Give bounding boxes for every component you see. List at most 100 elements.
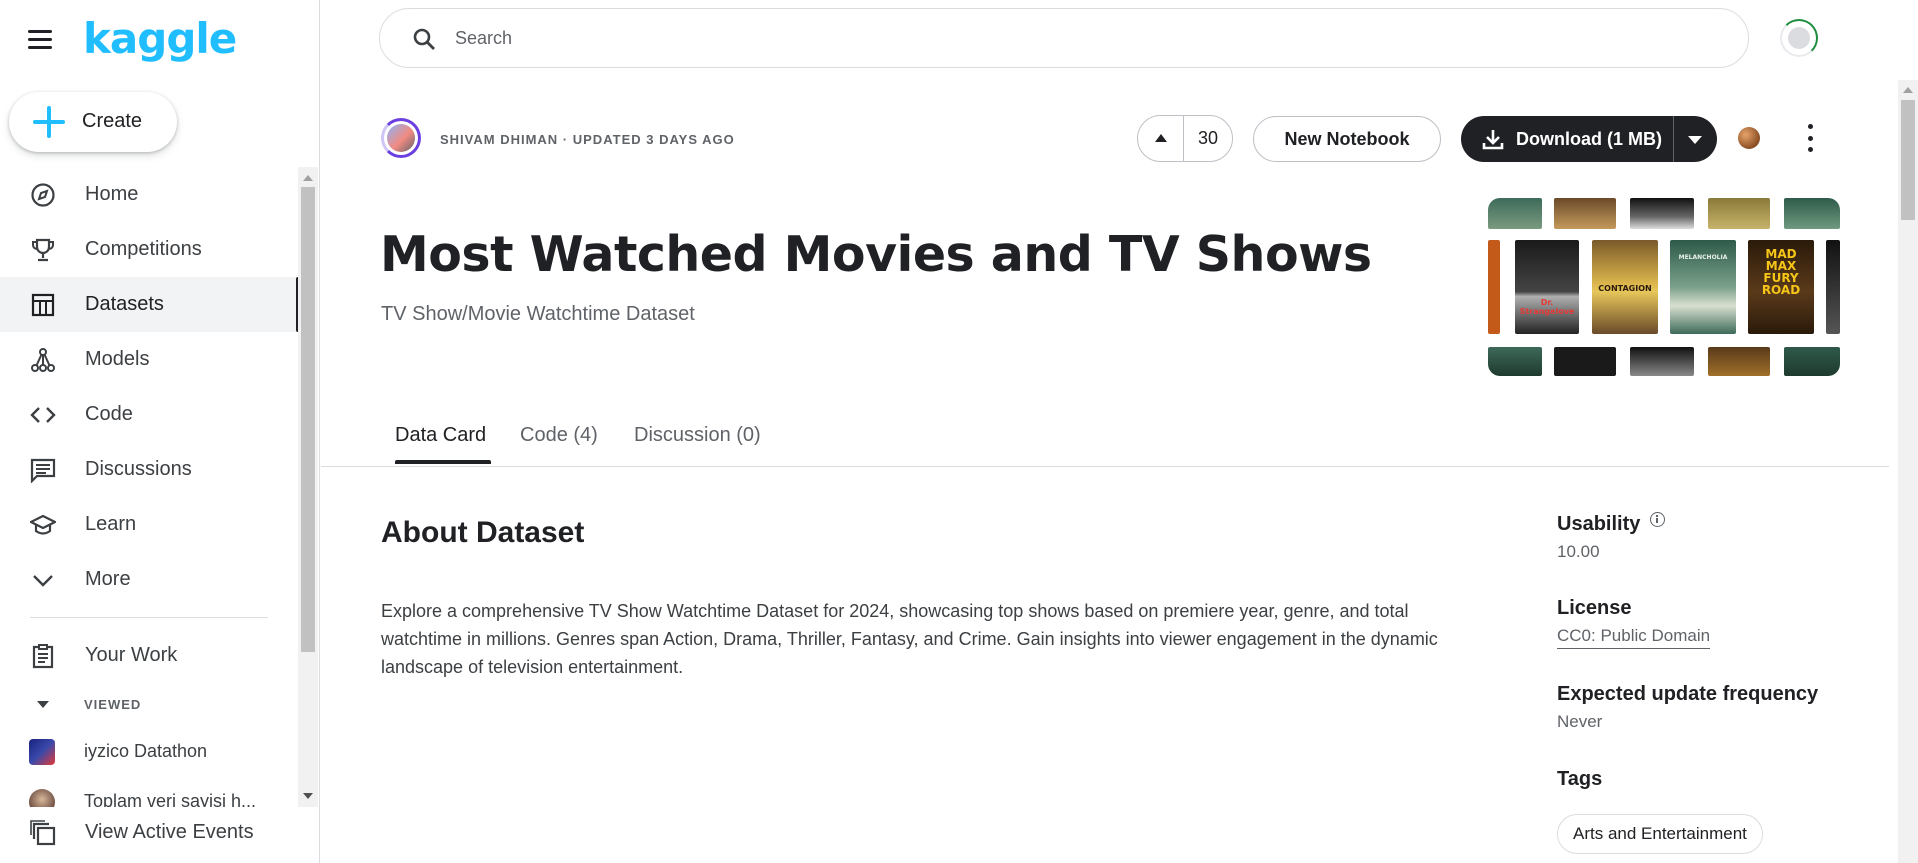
poster-contagion: CONTAGION	[1592, 240, 1658, 334]
bookmark-ball-icon[interactable]	[1738, 127, 1760, 149]
sidebar-item-more[interactable]: More	[0, 552, 300, 607]
viewed-label: VIEWED	[84, 697, 142, 712]
clipboard-icon	[30, 643, 56, 669]
sidebar: kaggle Create Home Competitions Datasets	[0, 0, 320, 863]
usability-label-text: Usability	[1557, 513, 1641, 535]
download-button[interactable]: Download (1 MB)	[1461, 116, 1717, 162]
caret-down-icon	[37, 701, 49, 708]
sidebar-item-label: Learn	[85, 513, 137, 535]
viewed-item-label: Toplam veri sayisi h...	[84, 791, 257, 807]
nav-divider	[30, 617, 268, 618]
sidebar-item-label: Competitions	[85, 238, 202, 260]
scroll-up-icon[interactable]	[1903, 87, 1913, 93]
sidebar-item-label: More	[85, 568, 131, 590]
scrollbar-thumb[interactable]	[1901, 100, 1915, 220]
create-label: Create	[82, 110, 143, 132]
poster-tile	[1784, 347, 1840, 376]
scroll-up-icon[interactable]	[303, 175, 313, 181]
poster-tile	[1630, 347, 1694, 376]
viewed-item-iyzico[interactable]: iyzico Datathon	[0, 727, 300, 777]
poster-tile	[1784, 198, 1840, 229]
events-icon	[30, 820, 56, 846]
download-label: Download (1 MB)	[1516, 129, 1662, 149]
sidebar-item-your-work[interactable]: Your Work	[0, 628, 300, 683]
poster-tile	[1554, 198, 1616, 229]
download-icon	[1482, 128, 1504, 150]
sidebar-nav: Home Competitions Datasets Models Code D…	[0, 167, 300, 807]
sidebar-item-code[interactable]: Code	[0, 387, 300, 442]
menu-icon[interactable]	[28, 24, 62, 54]
more-options-icon[interactable]	[1800, 124, 1820, 152]
upvote-button[interactable]	[1138, 116, 1184, 161]
poster-mad-max: MAD MAX FURY ROAD	[1748, 240, 1814, 334]
view-active-events-link[interactable]: View Active Events	[0, 808, 300, 858]
poster-tile	[1708, 198, 1770, 229]
search-input[interactable]	[455, 21, 1715, 55]
page-scrollbar[interactable]	[1898, 80, 1918, 863]
download-options-icon[interactable]	[1688, 136, 1702, 144]
competition-thumbnail	[29, 739, 55, 765]
about-heading: About Dataset	[381, 516, 585, 549]
tag-chip[interactable]: Arts and Entertainment	[1557, 814, 1763, 854]
download-divider	[1673, 116, 1674, 162]
chevron-down-icon	[30, 567, 56, 593]
sidebar-item-discussions[interactable]: Discussions	[0, 442, 300, 497]
license-link[interactable]: CC0: Public Domain	[1557, 626, 1711, 649]
learn-icon	[30, 512, 56, 538]
compass-icon	[30, 182, 56, 208]
sidebar-item-competitions[interactable]: Competitions	[0, 222, 300, 277]
usability-label: Usability	[1557, 512, 1666, 536]
search-icon	[412, 27, 436, 51]
sidebar-item-label: Models	[85, 348, 150, 370]
viewed-item-label: iyzico Datathon	[84, 741, 208, 761]
sidebar-item-home[interactable]: Home	[0, 167, 300, 222]
tab-code[interactable]: Code (4)	[520, 424, 598, 447]
avatar	[29, 789, 55, 807]
usability-value: 10.00	[1557, 542, 1600, 561]
poster-dr-strangelove: Dr. Strangelove	[1515, 240, 1579, 334]
sidebar-item-datasets[interactable]: Datasets	[0, 277, 300, 332]
search-bar[interactable]	[379, 8, 1749, 68]
models-icon	[30, 347, 56, 373]
brand-row: kaggle	[0, 0, 320, 76]
owner-avatar[interactable]	[381, 118, 421, 158]
active-events-label: View Active Events	[85, 821, 254, 843]
poster-tile	[1554, 347, 1616, 376]
active-tab-indicator	[395, 460, 491, 464]
poster-tile	[1488, 198, 1542, 229]
dataset-cover-image: Dr. Strangelove CONTAGION MELANCHOLIA MA…	[1488, 198, 1840, 376]
owner-meta[interactable]: SHIVAM DHIMAN · UPDATED 3 DAYS AGO	[440, 132, 735, 147]
trophy-icon	[30, 237, 56, 263]
sidebar-item-label: Code	[85, 403, 133, 425]
kaggle-logo[interactable]: kaggle	[83, 14, 237, 63]
plus-icon	[31, 104, 67, 140]
upvote-count: 30	[1197, 128, 1219, 148]
tabs-divider	[321, 466, 1889, 467]
viewed-item-notebook[interactable]: Toplam veri sayisi h...	[0, 777, 300, 807]
user-avatar[interactable]	[1780, 19, 1818, 57]
create-button[interactable]: Create	[9, 92, 177, 152]
tags-block: Tags	[1557, 768, 1602, 791]
page-subtitle: TV Show/Movie Watchtime Dataset	[381, 303, 695, 325]
new-notebook-button[interactable]: New Notebook	[1253, 116, 1441, 162]
sidebar-item-label: Datasets	[85, 293, 164, 315]
sidebar-item-learn[interactable]: Learn	[0, 497, 300, 552]
poster-tile	[1488, 347, 1542, 376]
scrollbar-thumb[interactable]	[301, 187, 315, 652]
frequency-value: Never	[1557, 712, 1603, 731]
sidebar-item-label: Your Work	[85, 644, 178, 666]
tab-data-card[interactable]: Data Card	[395, 424, 486, 447]
sidebar-item-label: Discussions	[85, 458, 192, 480]
viewed-section-toggle[interactable]: VIEWED	[0, 683, 300, 727]
tab-discussion[interactable]: Discussion (0)	[634, 424, 761, 447]
sidebar-item-label: Home	[85, 183, 139, 205]
info-icon[interactable]	[1650, 512, 1666, 527]
poster-melancholia: MELANCHOLIA	[1670, 240, 1736, 334]
sidebar-item-models[interactable]: Models	[0, 332, 300, 387]
page-title: Most Watched Movies and TV Shows	[380, 226, 1372, 283]
upvote-control: 30	[1137, 115, 1233, 162]
scroll-down-icon[interactable]	[303, 793, 313, 799]
sidebar-scrollbar[interactable]	[298, 167, 318, 807]
poster-tile	[1488, 240, 1500, 334]
table-icon	[30, 292, 56, 318]
